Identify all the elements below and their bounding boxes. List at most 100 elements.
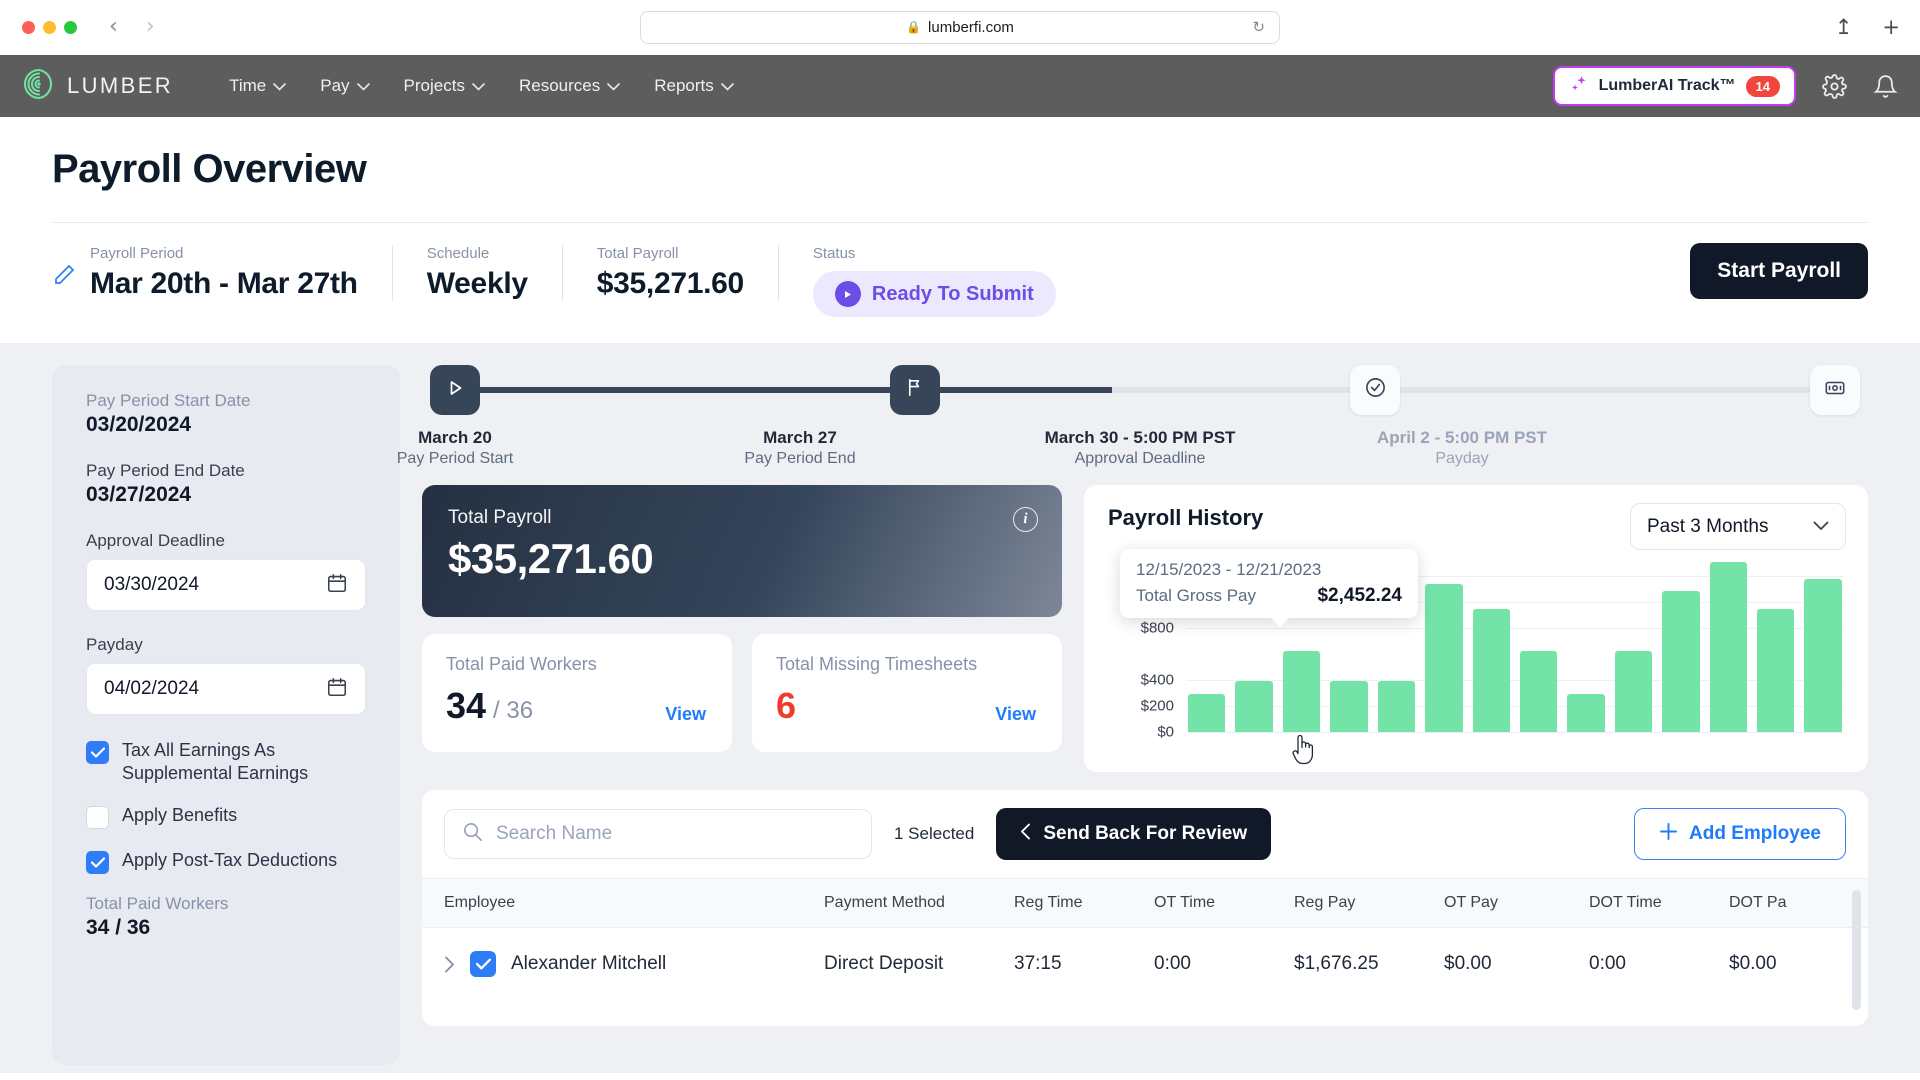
table-toolbar: Search Name 1 Selected Send Back For Rev… [422,790,1868,878]
nav-item-time[interactable]: Time [229,76,287,96]
total-payroll-card-label: Total Payroll [448,507,552,528]
timeline-caption: Pay Period End [744,450,856,467]
chart-range-selector[interactable]: Past 3 Months [1630,503,1846,550]
checkbox-row-tax-all-earnings[interactable]: Tax All Earnings As Supplemental Earning… [86,739,366,784]
paid-workers-view-link[interactable]: View [665,704,706,725]
chart-bar[interactable] [1709,562,1748,732]
chart-bar[interactable] [1282,651,1321,732]
chart-bar[interactable] [1662,590,1700,732]
page-header: Payroll Overview Payroll Period Mar 20th… [0,117,1920,343]
timeline-node-pay-period-end[interactable] [890,365,940,415]
missing-timesheets-label: Total Missing Timesheets [776,654,978,674]
chart-bar[interactable] [1757,609,1795,732]
add-employee-button[interactable]: Add Employee [1634,808,1846,860]
plus-icon[interactable]: + [1882,16,1900,38]
checkbox-label: Apply Post-Tax Deductions [122,850,338,870]
nav-item-pay[interactable]: Pay [320,76,370,96]
total-payroll-card-value: $35,271.60 [448,535,654,582]
search-icon [462,821,483,847]
chart-bar[interactable] [1614,651,1653,732]
chart-bar[interactable] [1235,681,1273,732]
column-header-ot-time: OT Time [1154,894,1216,911]
calendar-icon[interactable] [326,676,348,703]
timeline-label-pay-period-start: March 20 Pay Period Start [365,428,545,468]
chart-bar[interactable] [1330,681,1368,732]
maximize-window-button[interactable] [64,20,77,34]
close-window-button[interactable] [22,20,35,34]
timeline-label-payday: April 2 - 5:00 PM PST Payday [1332,428,1592,468]
reload-icon[interactable]: ↻ [1252,18,1265,36]
pencil-icon[interactable] [52,263,76,292]
back-arrow-icon[interactable]: ‹ [109,16,118,38]
chart-bar[interactable] [1472,609,1510,732]
brand[interactable]: LUMBER [22,67,173,106]
paid-workers-total: / 36 [493,697,534,724]
app-navbar: LUMBER Time Pay Projects Resources Repor… [0,55,1920,117]
chart-bar[interactable] [1188,694,1226,732]
summary-label: Schedule [426,245,490,262]
timeline-node-payday[interactable] [1810,365,1860,415]
money-icon [1824,377,1846,404]
chart-y-tick-label: $400 [1140,671,1174,689]
paid-workers-value: 34 [446,685,487,726]
add-employee-label: Add Employee [1689,823,1821,844]
window-traffic-lights[interactable] [0,20,77,34]
page-body: Pay Period Start Date 03/20/2024 Pay Per… [0,343,1920,1073]
play-icon [445,378,465,403]
lumberai-track-button[interactable]: LumberAI Track™ 14 [1552,66,1796,106]
table-vertical-scrollbar[interactable] [1852,890,1861,1010]
calendar-icon[interactable] [326,572,348,599]
gear-icon[interactable] [1822,73,1847,99]
chevron-down-icon [356,76,370,96]
checkbox-apply-benefits[interactable] [86,806,109,829]
approval-deadline-input[interactable]: 03/30/2024 [86,559,366,611]
summary-value: Weekly [426,267,528,300]
checkbox-row-apply-benefits[interactable]: Apply Benefits [86,804,366,829]
nav-items: Time Pay Projects Resources Reports [229,76,734,96]
missing-timesheets-view-link[interactable]: View [995,704,1036,725]
timeline-caption: Pay Period Start [396,450,514,467]
table-row[interactable]: Alexander Mitchell Direct Deposit 37:15 … [422,928,1868,1000]
column-header-dot-pay: DOT Pa [1729,894,1787,911]
chart-y-tick-label: $200 [1140,697,1174,715]
payday-value: 04/02/2024 [104,678,200,699]
selected-count-text: 1 Selected [894,824,975,843]
info-icon[interactable]: i [1013,507,1038,532]
chart-bar[interactable] [1425,583,1463,732]
checkbox-label: Apply Benefits [122,805,238,825]
chart-gridline [1186,732,1844,733]
approval-deadline-label: Approval Deadline [86,531,225,550]
summary-total-payroll: Total Payroll $35,271.60 [563,245,779,301]
forward-arrow-icon[interactable]: › [146,16,155,38]
nav-item-projects[interactable]: Projects [404,76,485,96]
timeline-node-pay-period-start[interactable] [430,365,480,415]
chevron-down-icon [607,76,621,96]
chart-bar[interactable] [1519,651,1558,732]
chart-range-value: Past 3 Months [1647,515,1769,537]
row-checkbox[interactable] [470,951,496,977]
checkbox-apply-post-tax-deductions[interactable] [86,851,109,874]
address-bar[interactable]: 🔒 lumberfi.com ↻ [640,10,1280,44]
chart-bar[interactable] [1377,681,1416,732]
chevron-right-icon[interactable] [444,956,455,973]
page-title: Payroll Overview [52,147,367,191]
chart-bar[interactable] [1804,578,1842,732]
checkbox-tax-all-earnings[interactable] [86,741,109,764]
status-badge[interactable]: Ready To Submit [812,271,1056,317]
checkbox-row-apply-post-tax-deductions[interactable]: Apply Post-Tax Deductions [86,849,366,874]
nav-item-reports[interactable]: Reports [654,76,734,96]
timeline-node-approval-deadline[interactable] [1350,365,1400,415]
share-icon[interactable]: ↥ [1835,16,1853,38]
send-back-for-review-button[interactable]: Send Back For Review [996,808,1272,860]
cell-dot-time: 0:00 [1589,953,1626,974]
minimize-window-button[interactable] [43,20,56,34]
total-paid-workers-card: Total Paid Workers 34 / 36 View [422,634,732,752]
start-payroll-button[interactable]: Start Payroll [1690,243,1868,299]
payday-input[interactable]: 04/02/2024 [86,663,366,715]
search-input[interactable]: Search Name [444,809,872,859]
nav-item-resources[interactable]: Resources [519,76,621,96]
chart-plot-area: $1,200$1,000$800$400$200$0 12/15/2023 - … [1108,549,1844,765]
chart-bar[interactable] [1567,694,1605,732]
bell-icon[interactable] [1873,74,1898,99]
timeline-date: April 2 - 5:00 PM PST [1376,428,1548,447]
